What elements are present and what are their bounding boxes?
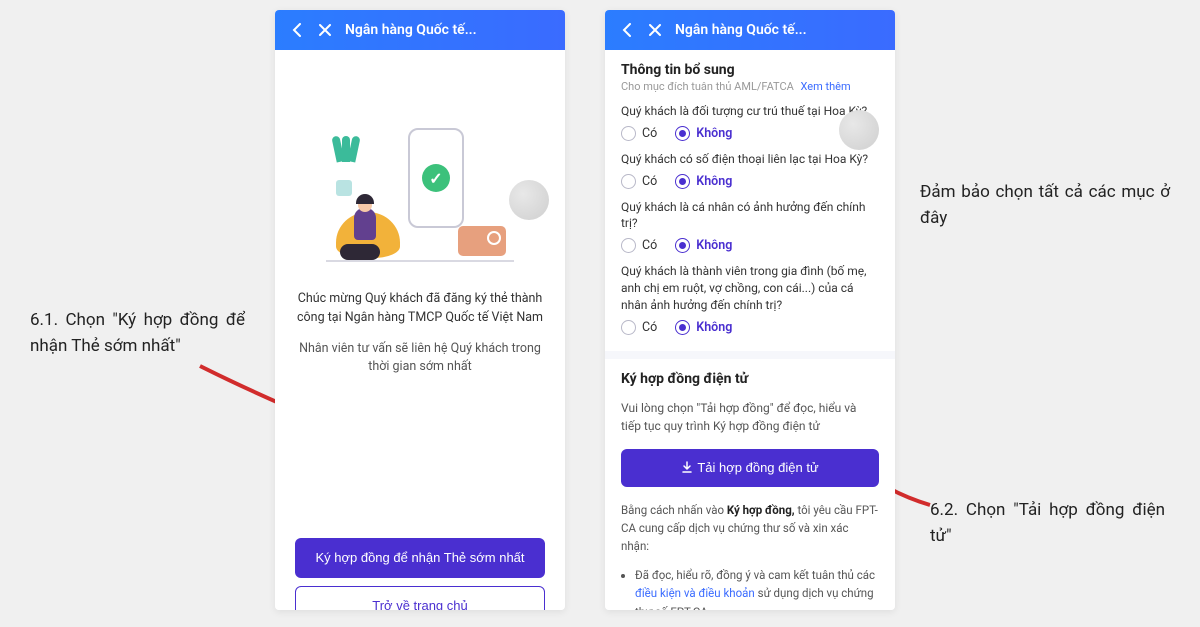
confirm-bullet: Đã đọc, hiểu rõ, đồng ý và cam kết tuân … — [635, 566, 879, 610]
phone-screen-2: Ngân hàng Quốc tế... Thông tin bổ sung C… — [605, 10, 895, 610]
question-3: Quý khách là cá nhân có ảnh hưởng đến ch… — [621, 199, 879, 233]
radio-yes[interactable]: Có — [621, 320, 657, 335]
phone-body: Thông tin bổ sung Cho mục đích tuân thủ … — [605, 50, 895, 610]
confirm-text: Bằng cách nhấn vào Ký hợp đồng, tôi yêu … — [621, 501, 879, 556]
section-title: Ký hợp đồng điện tử — [621, 371, 879, 387]
download-icon — [681, 461, 693, 473]
confirm-bullet-list: Đã đọc, hiểu rõ, đồng ý và cam kết tuân … — [621, 566, 879, 610]
header-title: Ngân hàng Quốc tế... — [345, 22, 477, 38]
app-header: Ngân hàng Quốc tế... — [275, 10, 565, 50]
header-title: Ngân hàng Quốc tế... — [675, 22, 807, 38]
phone-body: ✓ Chúc mừng Quý khách đã đăng ký thẻ thà… — [275, 120, 565, 610]
see-more-link[interactable]: Xem thêm — [801, 80, 851, 93]
back-button[interactable] — [613, 16, 641, 44]
go-home-button[interactable]: Trở về trang chủ — [295, 586, 545, 610]
radio-group-2: Có Không — [621, 174, 879, 189]
additional-info-section: Thông tin bổ sung Cho mục đích tuân thủ … — [605, 50, 895, 351]
success-illustration: ✓ — [330, 120, 510, 270]
section-subtitle: Cho mục đích tuân thủ AML/FATCA Xem thêm — [621, 80, 879, 93]
question-2: Quý khách có số điện thoại liên lạc tại … — [621, 151, 879, 168]
close-icon — [319, 24, 331, 36]
section-title: Thông tin bổ sung — [621, 62, 879, 78]
radio-group-3: Có Không — [621, 238, 879, 253]
app-header: Ngân hàng Quốc tế... — [605, 10, 895, 50]
instruction-6-1: 6.1. Chọn "Ký hợp đồng để nhận Thẻ sớm n… — [30, 308, 245, 359]
radio-no[interactable]: Không — [675, 174, 732, 189]
back-button[interactable] — [283, 16, 311, 44]
congrat-text: Chúc mừng Quý khách đã đăng ký thẻ thành… — [275, 290, 565, 377]
terms-link[interactable]: điều kiện và điều khoản — [635, 586, 755, 600]
congrat-line-2: Nhân viên tư vấn sẽ liên hệ Quý khách tr… — [297, 340, 543, 378]
avatar[interactable] — [509, 180, 549, 220]
avatar[interactable] — [839, 110, 879, 150]
instruction-6-2: 6.2. Chọn "Tải hợp đồng điện tử" — [930, 498, 1165, 549]
question-1: Quý khách là đối tượng cư trú thuế tại H… — [621, 103, 879, 120]
radio-yes[interactable]: Có — [621, 126, 657, 141]
radio-yes[interactable]: Có — [621, 174, 657, 189]
chevron-left-icon — [622, 23, 632, 37]
question-4: Quý khách là thành viên trong gia đình (… — [621, 263, 879, 313]
radio-no[interactable]: Không — [675, 126, 732, 141]
phone-screen-1: Ngân hàng Quốc tế... ✓ Chúc mừng Quý khá… — [275, 10, 565, 610]
download-contract-button[interactable]: Tải hợp đồng điện tử — [621, 449, 879, 487]
close-button[interactable] — [311, 16, 339, 44]
close-button[interactable] — [641, 16, 669, 44]
congrat-line-1: Chúc mừng Quý khách đã đăng ký thẻ thành… — [297, 291, 543, 325]
radio-no[interactable]: Không — [675, 238, 732, 253]
radio-group-4: Có Không — [621, 320, 879, 335]
e-contract-section: Ký hợp đồng điện tử Vui lòng chọn "Tải h… — [605, 359, 895, 610]
radio-no[interactable]: Không — [675, 320, 732, 335]
close-icon — [649, 24, 661, 36]
checkmark-icon: ✓ — [422, 164, 450, 192]
radio-yes[interactable]: Có — [621, 238, 657, 253]
sign-contract-button[interactable]: Ký hợp đồng để nhận Thẻ sớm nhất — [295, 538, 545, 578]
chevron-left-icon — [292, 23, 302, 37]
contract-description: Vui lòng chọn "Tải hợp đồng" để đọc, hiể… — [621, 399, 879, 435]
instruction-ensure-all: Đảm bảo chọn tất cả các mục ở đây — [920, 180, 1170, 231]
